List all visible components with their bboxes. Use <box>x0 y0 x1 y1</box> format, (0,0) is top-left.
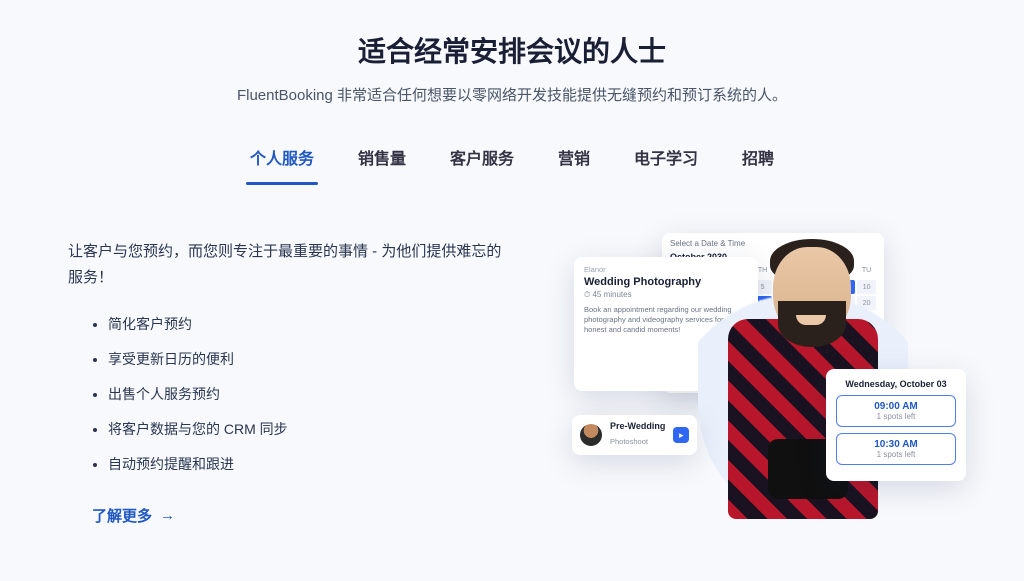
open-icon: ▸ <box>673 427 689 443</box>
tab-sales[interactable]: 销售量 <box>356 135 408 185</box>
list-item: 简化客户预约 <box>108 314 508 335</box>
mini-sub: Photoshoot <box>610 437 648 446</box>
tabs: 个人服务 销售量 客户服务 营销 电子学习 招聘 <box>0 135 1024 185</box>
feature-list: 简化客户预约 享受更新日历的便利 出售个人服务预约 将客户数据与您的 CRM 同… <box>68 314 508 475</box>
page-root: 适合经常安排会议的人士 FluentBooking 非常适合任何想要以零网络开发… <box>0 0 1024 559</box>
availability-card: Wednesday, October 03 09:00 AM 1 spots l… <box>826 369 966 481</box>
arrow-right-icon: → <box>160 507 175 524</box>
learn-more-link[interactable]: 了解更多 → <box>92 505 175 526</box>
page-subtitle: FluentBooking 非常适合任何想要以零网络开发技能提供无缝预约和预订系… <box>0 84 1024 105</box>
tab-marketing[interactable]: 营销 <box>556 135 592 185</box>
tab-panel: 让客户与您预约，而您则专注于最重要的事情 - 为他们提供难忘的服务！ 简化客户预… <box>0 185 1024 559</box>
tab-personal-service[interactable]: 个人服务 <box>248 135 316 185</box>
panel-lead: 让客户与您预约，而您则专注于最重要的事情 - 为他们提供难忘的服务！ <box>68 239 508 290</box>
list-item: 享受更新日历的便利 <box>108 349 508 370</box>
slot-sub: 1 spots left <box>837 412 955 421</box>
tab-customer-service[interactable]: 客户服务 <box>448 135 516 185</box>
mini-title: Pre-Wedding <box>610 421 665 431</box>
slot-sub: 1 spots left <box>837 450 955 459</box>
mini-text: Pre-Wedding Photoshoot <box>610 421 665 449</box>
tab-elearning[interactable]: 电子学习 <box>632 135 700 185</box>
slot-time: 09:00 AM <box>837 401 955 412</box>
panel-left: 让客户与您预约，而您则专注于最重要的事情 - 为他们提供难忘的服务！ 简化客户预… <box>68 239 508 559</box>
list-item: 出售个人服务预约 <box>108 384 508 405</box>
learn-more-label: 了解更多 <box>92 505 152 526</box>
availability-date: Wednesday, October 03 <box>836 379 956 389</box>
time-slot[interactable]: 09:00 AM 1 spots left <box>836 395 956 427</box>
slot-time: 10:30 AM <box>837 439 955 450</box>
avatar <box>580 424 602 446</box>
list-item: 将客户数据与您的 CRM 同步 <box>108 419 508 440</box>
tab-recruiting[interactable]: 招聘 <box>740 135 776 185</box>
time-slot[interactable]: 10:30 AM 1 spots left <box>836 433 956 465</box>
list-item: 自动预约提醒和跟进 <box>108 454 508 475</box>
mini-card: Pre-Wedding Photoshoot ▸ <box>572 415 697 455</box>
page-title: 适合经常安排会议的人士 <box>0 30 1024 70</box>
panel-illustration: Select a Date & Time October 2030 SUMOTU… <box>568 239 956 559</box>
